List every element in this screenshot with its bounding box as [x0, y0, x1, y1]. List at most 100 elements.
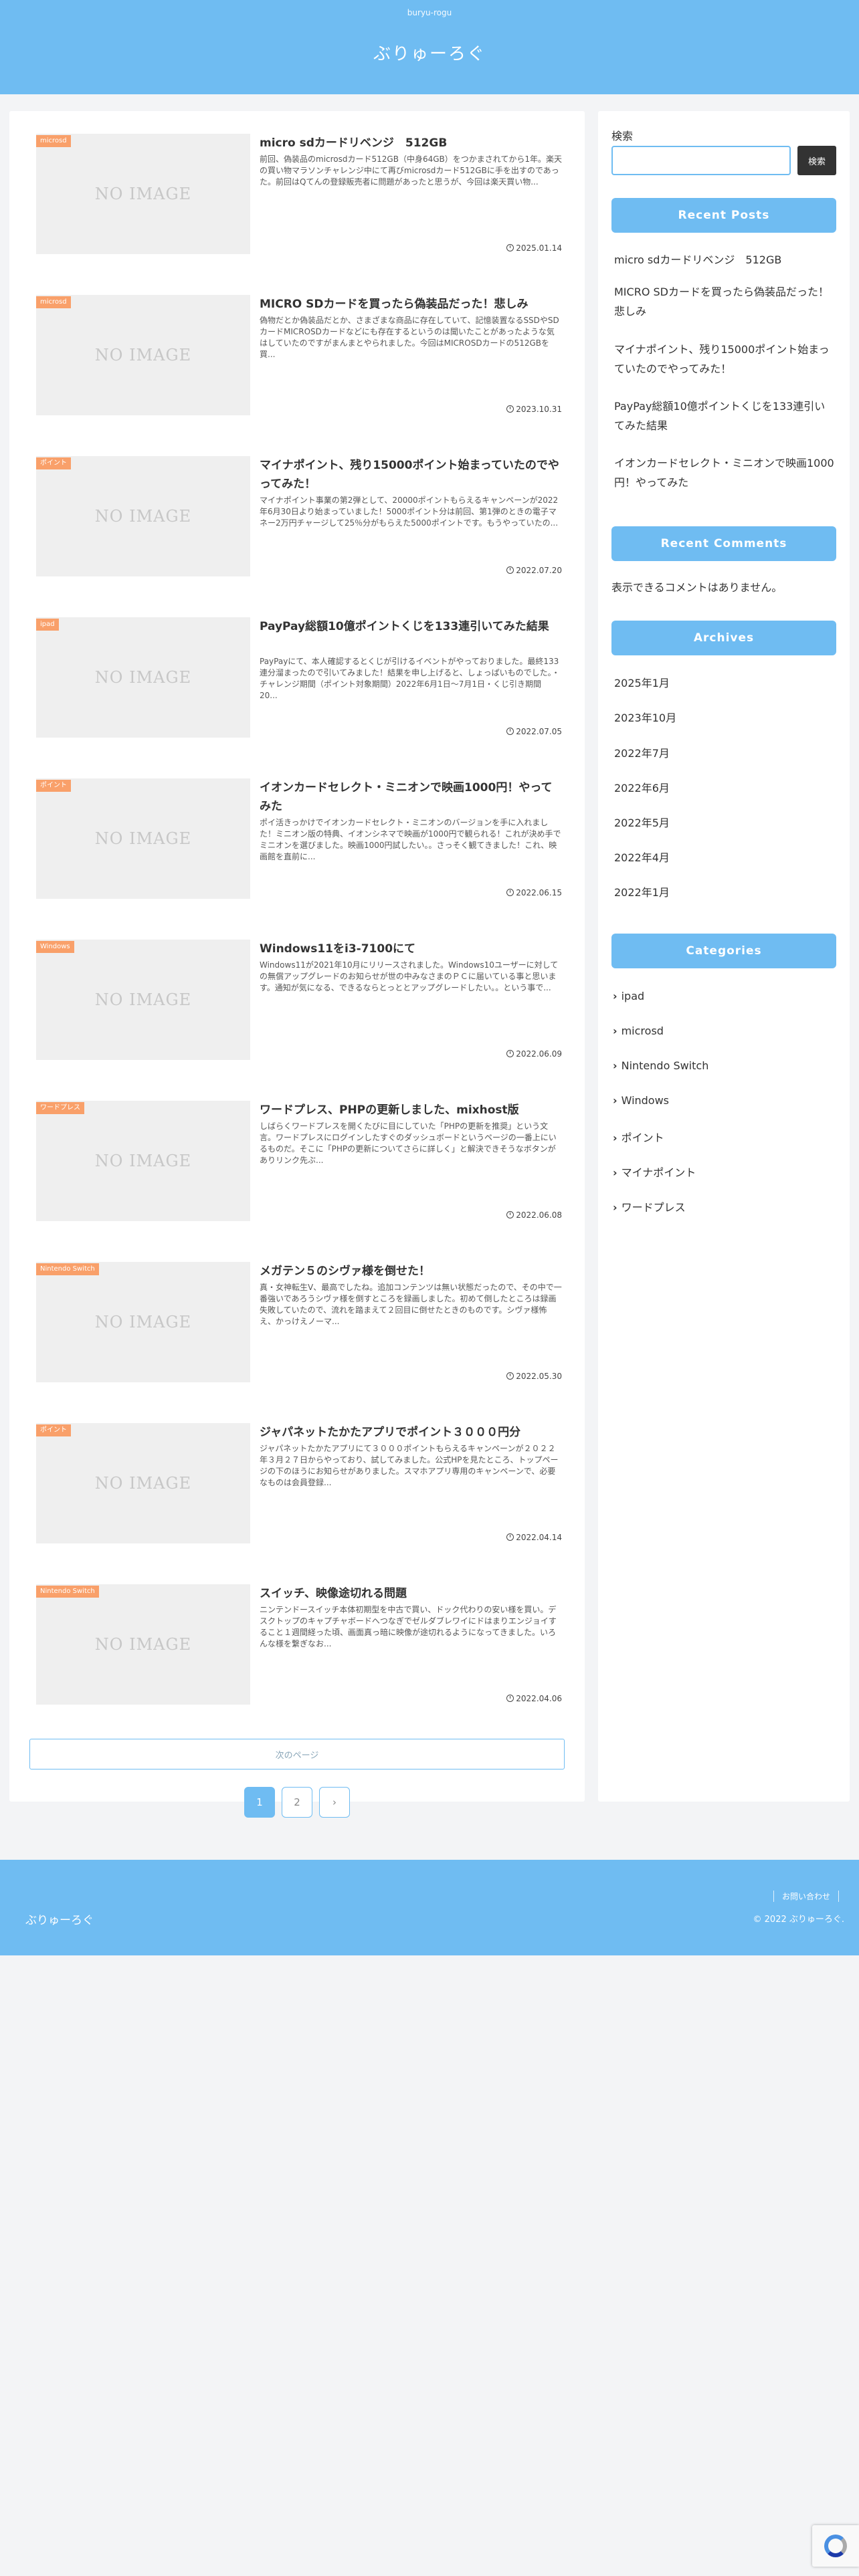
category-badge: ポイント — [36, 457, 71, 469]
category-badge: ipad — [36, 619, 59, 631]
search-button[interactable]: 検索 — [797, 146, 836, 175]
post-snippet: しばらくワードプレスを開くたびに目にしていた「PHPの更新を推奨」という文言。ワ… — [260, 1121, 557, 1165]
next-page-button[interactable]: 次のページ — [29, 1739, 565, 1769]
footer-contact-link[interactable]: お問い合わせ — [773, 1891, 839, 1902]
post-title[interactable]: Windows11をi3-7100にて — [260, 940, 562, 958]
post-thumbnail[interactable]: NO IMAGE — [36, 456, 250, 576]
post-card[interactable]: NO IMAGE ipad PayPay総額10億ポイントくじを133連引いてみ… — [36, 595, 571, 744]
post-card[interactable]: NO IMAGE ワードプレス ワードプレス、PHPの更新しました、mixhos… — [36, 1078, 571, 1228]
category-link[interactable]: ポイント — [613, 1129, 664, 1145]
post-title[interactable]: スイッチ、映像途切れる問題 — [260, 1584, 562, 1603]
post-date-text: 2022.04.14 — [516, 1533, 562, 1542]
categories-heading: Categories — [611, 934, 836, 968]
post-date: 2022.06.08 — [506, 1210, 562, 1220]
recent-post-link[interactable]: MICRO SDカードを買ったら偽装品だった！悲しみ — [614, 282, 835, 321]
post-snippet: マイナポイント事業の第2弾として、20000ポイントもらえるキャンペーンが202… — [260, 496, 559, 528]
post-card[interactable]: NO IMAGE ポイント イオンカードセレクト・ミニオンで映画1000円！やっ… — [36, 756, 571, 905]
post-date: 2022.07.05 — [506, 727, 562, 736]
post-thumbnail[interactable]: NO IMAGE — [36, 1262, 250, 1382]
no-image-text: NO IMAGE — [94, 1152, 192, 1170]
no-comments-text: 表示できるコメントはありません。 — [611, 581, 783, 594]
archive-link[interactable]: 2022年1月 — [614, 883, 835, 902]
no-image-text: NO IMAGE — [94, 346, 192, 364]
post-title[interactable]: メガテン５のシヴァ様を倒せた！ — [260, 1262, 562, 1281]
no-image-text: NO IMAGE — [94, 1474, 192, 1493]
post-date-text: 2022.04.06 — [516, 1694, 562, 1703]
search-input[interactable] — [611, 146, 791, 175]
clock-icon — [506, 405, 514, 413]
post-thumbnail[interactable]: NO IMAGE — [36, 134, 250, 254]
post-thumbnail[interactable]: NO IMAGE — [36, 1584, 250, 1705]
post-card[interactable]: NO IMAGE Windows Windows11をi3-7100にて Win… — [36, 917, 571, 1067]
recent-post-link[interactable]: マイナポイント、残り15000ポイント始まっていたのでやってみた！ — [614, 340, 835, 379]
clock-icon — [506, 1211, 514, 1218]
post-snippet: ニンテンドースイッチ本体初期型を中古で買い、ドック代わりの安い様を買い。デスクト… — [260, 1605, 557, 1648]
post-thumbnail[interactable]: NO IMAGE — [36, 940, 250, 1060]
post-date-text: 2025.01.14 — [516, 243, 562, 253]
post-card[interactable]: NO IMAGE Nintendo Switch スイッチ、映像途切れる問題 ニ… — [36, 1562, 571, 1711]
recaptcha-icon — [824, 2535, 847, 2557]
recent-post-link[interactable]: PayPay総額10億ポイントくじを133連引いてみた結果 — [614, 397, 835, 435]
category-link[interactable]: ipad — [613, 990, 645, 1002]
site-header: buryu-rogu ぶりゅーろぐ — [0, 0, 859, 94]
page-2-button[interactable]: 2 — [282, 1787, 312, 1818]
clock-icon — [506, 1372, 514, 1380]
search-label: 検索 — [611, 130, 634, 142]
archive-link[interactable]: 2022年4月 — [614, 848, 835, 867]
category-badge: Nintendo Switch — [36, 1263, 99, 1275]
sidebar: 検索 検索 Recent Posts micro sdカードリベンジ 512GB… — [598, 111, 850, 1802]
post-date: 2025.01.14 — [506, 243, 562, 253]
post-title[interactable]: イオンカードセレクト・ミニオンで映画1000円！やってみた — [260, 778, 562, 816]
page-1-button[interactable]: 1 — [244, 1787, 275, 1818]
post-date-text: 2022.07.20 — [516, 566, 562, 575]
category-link[interactable]: マイナポイント — [613, 1164, 696, 1180]
archive-link[interactable]: 2022年6月 — [614, 778, 835, 798]
post-card[interactable]: NO IMAGE microsd MICRO SDカードを買ったら偽装品だった！… — [36, 272, 571, 422]
post-snippet: 偽物だとか偽装品だとか、さまざまな商品に存在していて、記憶装置なるSSDやSDカ… — [260, 316, 559, 359]
post-date: 2022.05.30 — [506, 1372, 562, 1381]
post-snippet: ポイ活きっかけでイオンカードセレクト・ミニオンのバージョンを手に入れました！ミニ… — [260, 818, 561, 861]
post-title[interactable]: PayPay総額10億ポイントくじを133連引いてみた結果 — [260, 617, 562, 636]
next-arrow-button[interactable]: › — [319, 1787, 350, 1818]
archive-link[interactable]: 2023年10月 — [614, 708, 835, 728]
post-card[interactable]: NO IMAGE Nintendo Switch メガテン５のシヴァ様を倒せた！… — [36, 1239, 571, 1389]
category-badge: Nintendo Switch — [36, 1586, 99, 1598]
archive-link[interactable]: 2022年7月 — [614, 744, 835, 763]
category-link[interactable]: Nintendo Switch — [613, 1059, 709, 1072]
post-date-text: 2022.06.09 — [516, 1049, 562, 1059]
footer-copyright: © 2022 ぶりゅーろぐ. — [753, 1915, 844, 1925]
post-title[interactable]: micro sdカードリベンジ 512GB — [260, 134, 562, 152]
no-image-text: NO IMAGE — [94, 1635, 192, 1654]
post-date: 2022.04.14 — [506, 1533, 562, 1542]
post-title[interactable]: ジャパネットたかたアプリでポイント３０００円分 — [260, 1423, 562, 1442]
recent-post-link[interactable]: イオンカードセレクト・ミニオンで映画1000円！やってみた — [614, 453, 835, 492]
archive-link[interactable]: 2022年5月 — [614, 813, 835, 833]
post-date-text: 2022.06.15 — [516, 888, 562, 897]
post-date-text: 2022.07.05 — [516, 727, 562, 736]
category-link[interactable]: ワードプレス — [613, 1198, 686, 1214]
category-link[interactable]: microsd — [613, 1025, 664, 1037]
post-thumbnail[interactable]: NO IMAGE — [36, 778, 250, 899]
post-thumbnail[interactable]: NO IMAGE — [36, 617, 250, 738]
post-card[interactable]: NO IMAGE microsd micro sdカードリベンジ 512GB 前… — [36, 111, 571, 261]
recent-post-link[interactable]: micro sdカードリベンジ 512GB — [614, 250, 835, 270]
post-thumbnail[interactable]: NO IMAGE — [36, 1423, 250, 1543]
site-title[interactable]: ぶりゅーろぐ — [0, 40, 859, 65]
category-link[interactable]: Windows — [613, 1094, 669, 1107]
post-thumbnail[interactable]: NO IMAGE — [36, 295, 250, 415]
recaptcha-badge[interactable] — [812, 2525, 859, 2567]
post-card[interactable]: NO IMAGE ポイント ジャパネットたかたアプリでポイント３０００円分 ジャ… — [36, 1400, 571, 1550]
post-title[interactable]: ワードプレス、PHPの更新しました、mixhost版 — [260, 1101, 562, 1119]
post-thumbnail[interactable]: NO IMAGE — [36, 1101, 250, 1221]
clock-icon — [506, 1533, 514, 1541]
post-title[interactable]: MICRO SDカードを買ったら偽装品だった！悲しみ — [260, 295, 562, 314]
footer-site-title[interactable]: ぶりゅーろぐ — [25, 1911, 94, 1927]
clock-icon — [506, 1695, 514, 1702]
recent-comments-heading: Recent Comments — [611, 526, 836, 561]
clock-icon — [506, 889, 514, 896]
archive-link[interactable]: 2025年1月 — [614, 673, 835, 693]
post-card[interactable]: NO IMAGE ポイント マイナポイント、残り15000ポイント始まっていたの… — [36, 433, 571, 583]
category-badge: ポイント — [36, 780, 71, 792]
post-title[interactable]: マイナポイント、残り15000ポイント始まっていたのでやってみた！ — [260, 456, 562, 494]
clock-icon — [506, 566, 514, 574]
